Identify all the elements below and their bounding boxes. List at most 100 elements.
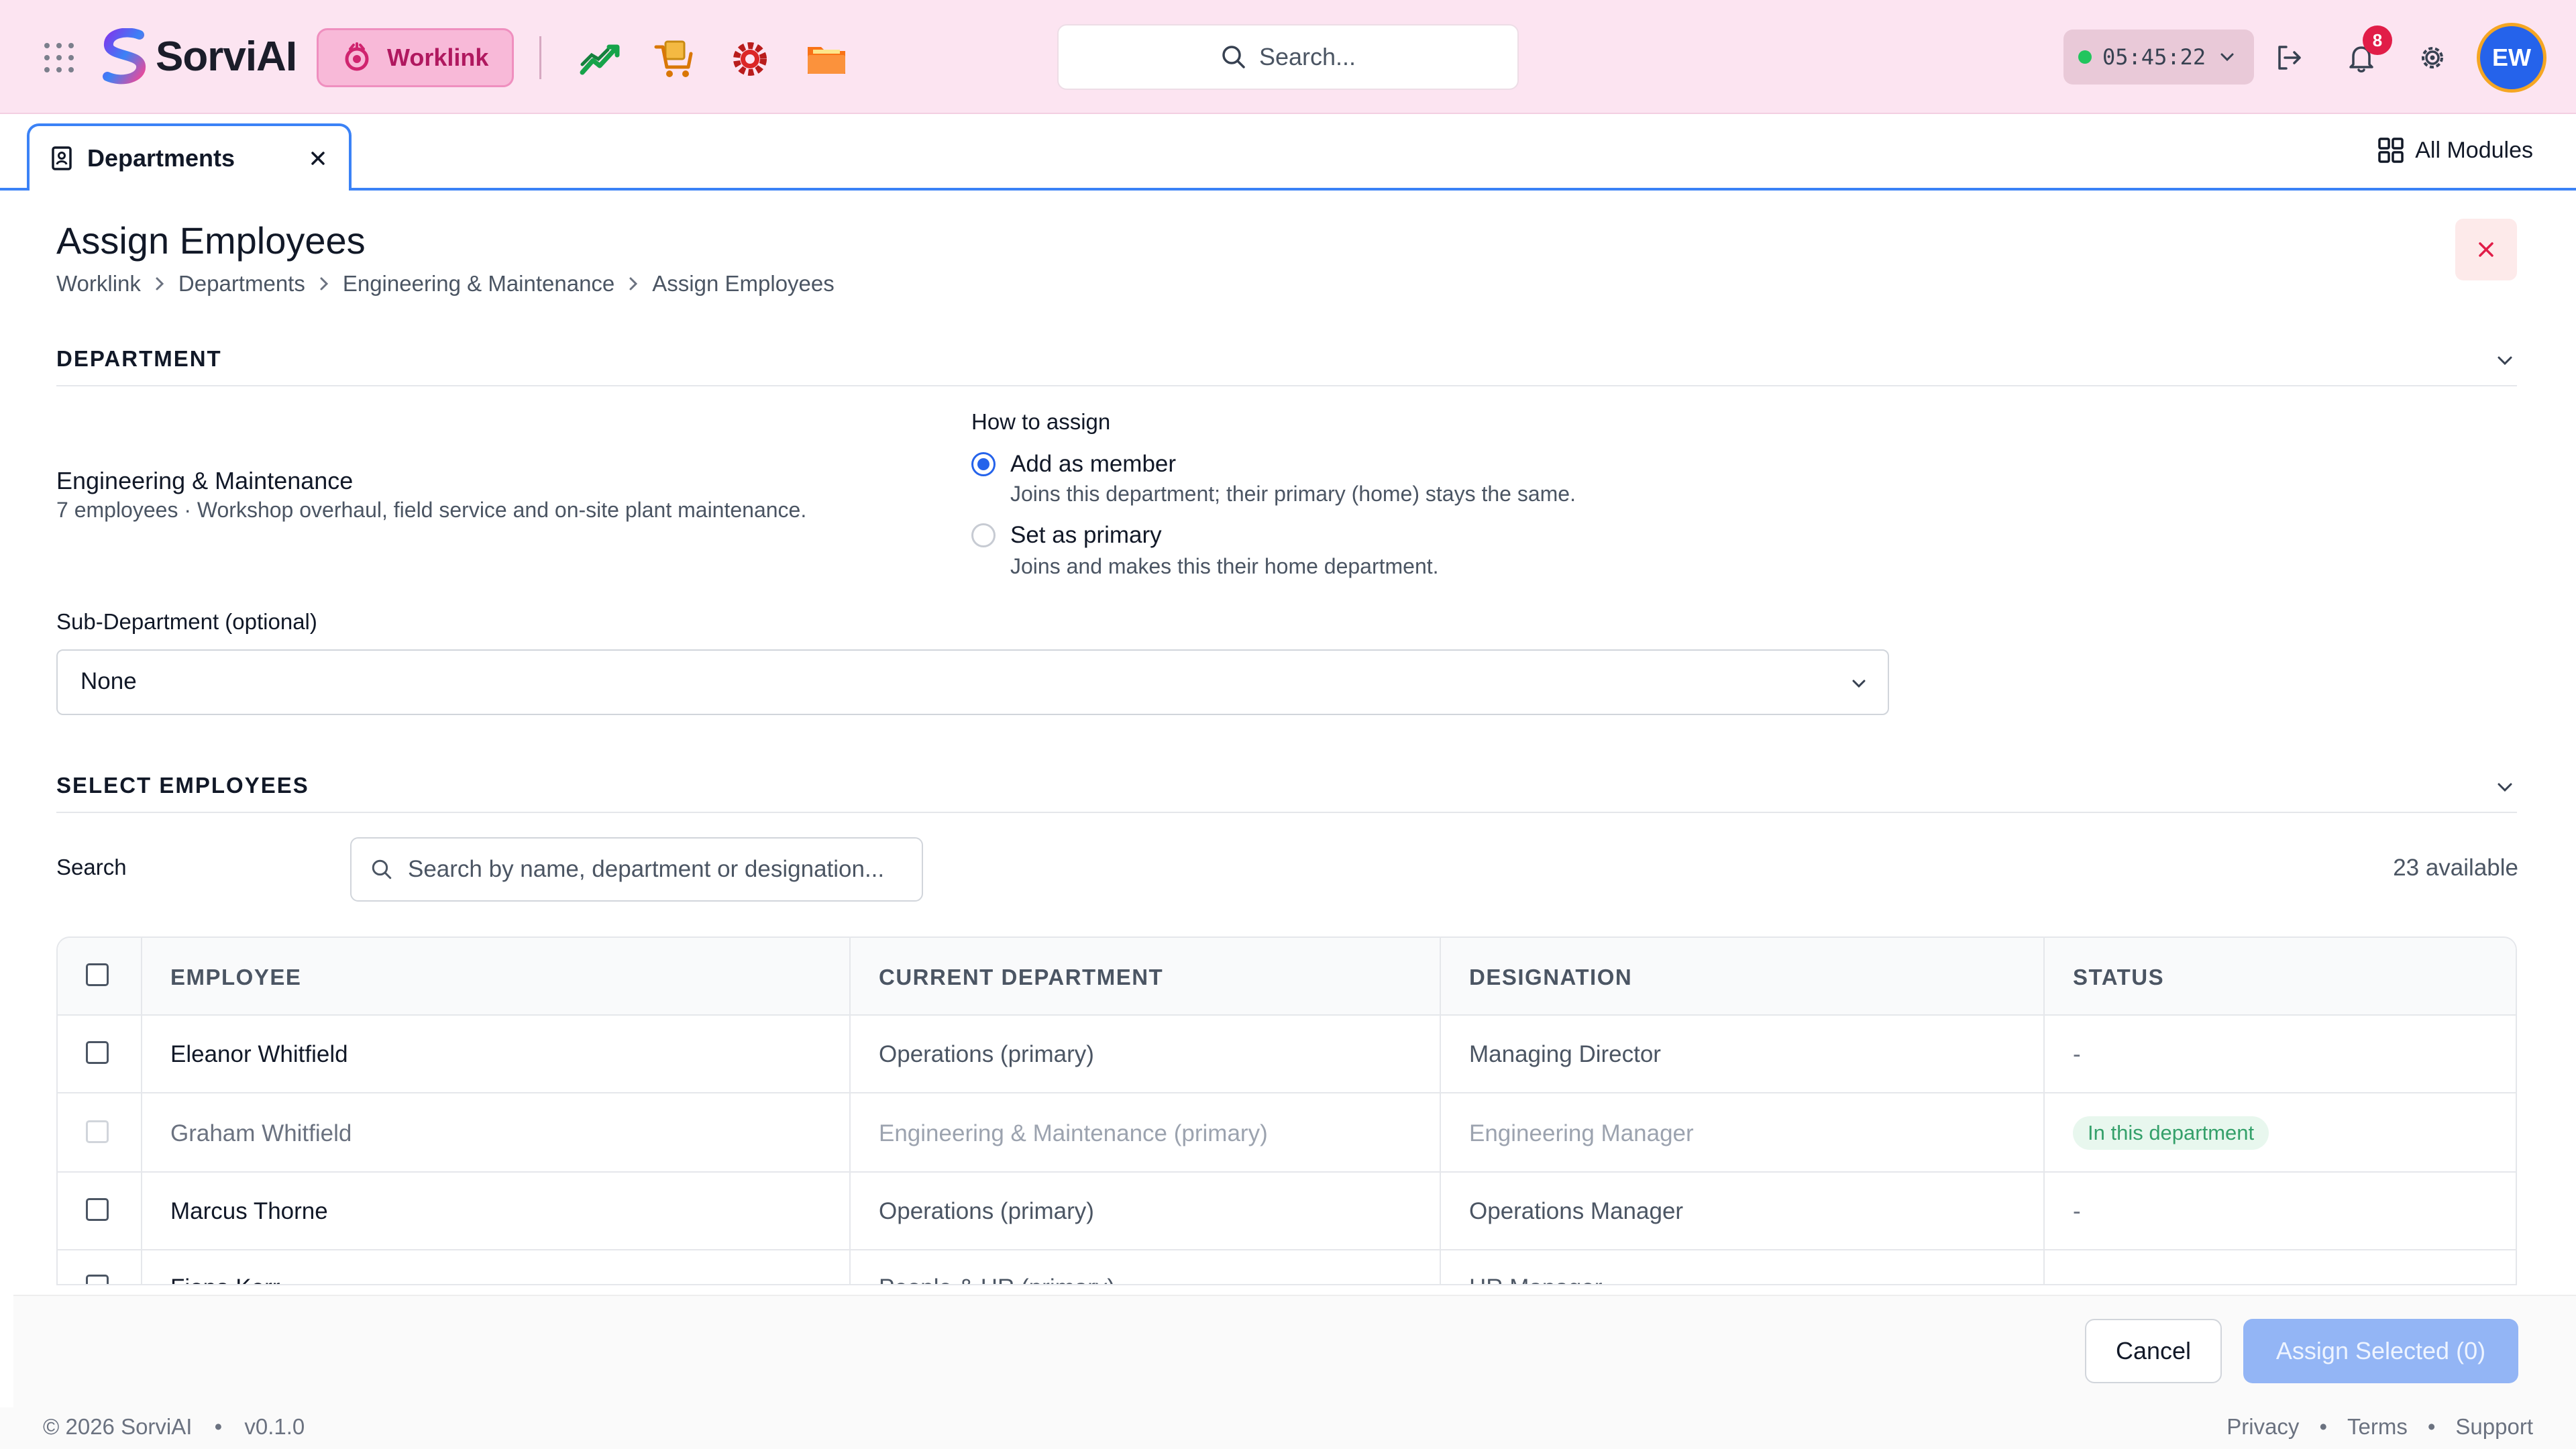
breadcrumb-current: Assign Employees <box>652 271 835 296</box>
divider <box>539 36 541 79</box>
footer-link-terms[interactable]: Terms <box>2347 1414 2408 1440</box>
employee-search-label: Search <box>56 855 127 879</box>
notification-count-badge: 8 <box>2363 25 2392 55</box>
table-row[interactable]: Fiona Kerr People & HR (primary) HR Mana… <box>58 1250 2516 1284</box>
chevron-down-icon <box>1852 680 1866 688</box>
set-as-primary-description: Joins and makes this their home departme… <box>1010 554 1439 578</box>
set-as-primary-label[interactable]: Set as primary <box>1010 522 1162 549</box>
table-row[interactable]: Marcus Thorne Operations (primary) Opera… <box>58 1173 2516 1250</box>
breadcrumb-departments[interactable]: Departments <box>178 271 305 297</box>
chevron-right-icon <box>156 277 164 290</box>
employee-designation: Managing Director <box>1469 1041 1661 1067</box>
tab-strip-underline <box>0 188 2576 191</box>
employees-section-header[interactable]: SELECT EMPLOYEES <box>56 766 2517 813</box>
employee-department: Engineering & Maintenance (primary) <box>879 1120 1268 1146</box>
cancel-button[interactable]: Cancel <box>2085 1319 2222 1383</box>
chevron-down-icon <box>2498 783 2512 792</box>
employee-department: People & HR (primary) <box>879 1275 1115 1284</box>
top-bar: SorviAI Worklink Search... 05:45:22 8 EW <box>0 0 2576 114</box>
footer-link-privacy[interactable]: Privacy <box>2226 1414 2299 1440</box>
table-row[interactable]: Eleanor Whitfield Operations (primary) M… <box>58 1016 2516 1093</box>
employee-status: - <box>2073 1041 2081 1067</box>
chevron-down-icon <box>2220 53 2234 62</box>
column-employee[interactable]: EMPLOYEE <box>141 938 849 1014</box>
add-as-member-description: Joins this department; their primary (ho… <box>1010 482 1576 506</box>
files-folder-icon[interactable] <box>805 38 848 80</box>
employee-status: - <box>2073 1198 2081 1224</box>
footer-links: Privacy • Terms • Support <box>2226 1414 2533 1440</box>
search-icon <box>372 859 392 879</box>
global-search-input[interactable]: Search... <box>1057 24 1519 90</box>
column-designation[interactable]: DESIGNATION <box>1440 938 2043 1014</box>
table-row: Graham Whitfield Engineering & Maintenan… <box>58 1093 2516 1173</box>
chevron-down-icon <box>2498 356 2512 366</box>
inventory-cart-icon[interactable] <box>653 38 696 80</box>
app-logo[interactable]: SorviAI <box>99 28 297 85</box>
employee-search-input[interactable]: Search by name, department or designatio… <box>350 837 923 902</box>
row-checkbox[interactable] <box>86 1198 109 1221</box>
table-header-row: EMPLOYEE CURRENT DEPARTMENT DESIGNATION … <box>58 938 2516 1016</box>
settings-gear-icon[interactable] <box>2416 42 2449 74</box>
available-count: 23 available <box>2393 855 2518 881</box>
employee-search-placeholder: Search by name, department or designatio… <box>408 856 885 882</box>
page-footer: © 2026 SorviAI • v0.1.0 Privacy • Terms … <box>0 1407 2576 1449</box>
column-designation-label: DESIGNATION <box>1469 965 1633 989</box>
footer-copyright: © 2026 SorviAI <box>43 1414 193 1439</box>
chevron-right-icon <box>320 277 328 290</box>
app-name: SorviAI <box>156 33 297 80</box>
assign-selected-button[interactable]: Assign Selected (0) <box>2243 1319 2518 1383</box>
column-status[interactable]: STATUS <box>2043 938 2516 1014</box>
add-as-member-label[interactable]: Add as member <box>1010 451 1176 478</box>
column-current-department-label: CURRENT DEPARTMENT <box>879 965 1164 989</box>
worklink-module-button[interactable]: Worklink <box>317 28 514 87</box>
set-as-primary-radio[interactable] <box>971 523 996 547</box>
departments-icon <box>52 146 72 170</box>
employee-name: Fiona Kerr <box>170 1275 280 1284</box>
analytics-app-icon[interactable] <box>578 38 621 80</box>
breadcrumb-department[interactable]: Engineering & Maintenance <box>343 271 614 297</box>
status-badge: In this department <box>2073 1116 2269 1150</box>
page-title: Assign Employees <box>56 219 366 262</box>
department-name: Engineering & Maintenance <box>56 467 354 494</box>
apps-grid-icon[interactable] <box>44 43 74 72</box>
logout-icon[interactable] <box>2273 42 2305 74</box>
breadcrumb-worklink[interactable]: Worklink <box>56 271 141 297</box>
row-checkbox[interactable] <box>86 1041 109 1064</box>
sorviai-logo-icon <box>103 28 146 85</box>
all-modules-label: All Modules <box>2415 137 2533 163</box>
employee-department: Operations (primary) <box>879 1198 1094 1224</box>
employee-designation: Operations Manager <box>1469 1198 1684 1224</box>
grid-icon <box>2378 138 2404 163</box>
employee-status: - <box>2073 1275 2081 1284</box>
breadcrumb: Worklink Departments Engineering & Maint… <box>56 271 835 297</box>
chevron-right-icon <box>629 277 638 290</box>
department-section-header[interactable]: DEPARTMENT <box>56 339 2517 386</box>
tab-departments[interactable]: Departments <box>27 123 352 191</box>
close-icon <box>2479 242 2493 257</box>
add-as-member-radio[interactable] <box>971 452 996 476</box>
employee-department: Operations (primary) <box>879 1041 1094 1067</box>
close-page-button[interactable] <box>2455 219 2517 280</box>
worklink-icon <box>345 42 369 71</box>
all-modules-button[interactable]: All Modules <box>2377 137 2533 164</box>
column-employee-label: EMPLOYEE <box>170 965 302 989</box>
user-avatar[interactable]: EW <box>2477 23 2546 93</box>
tab-strip <box>0 115 2576 191</box>
row-checkbox[interactable] <box>86 1275 109 1284</box>
department-section-title: DEPARTMENT <box>56 346 222 371</box>
select-all-checkbox[interactable] <box>86 963 109 986</box>
column-current-department[interactable]: CURRENT DEPARTMENT <box>849 938 1440 1014</box>
maintenance-gear-icon[interactable] <box>729 38 771 80</box>
footer-version: v0.1.0 <box>244 1414 305 1439</box>
global-search-placeholder: Search... <box>1258 43 1356 70</box>
employee-name: Eleanor Whitfield <box>170 1041 348 1067</box>
session-timer-dropdown[interactable]: 05:45:22 <box>2063 30 2254 85</box>
employee-name: Graham Whitfield <box>170 1120 352 1146</box>
row-checkbox-disabled <box>86 1120 109 1143</box>
employee-name: Marcus Thorne <box>170 1198 328 1224</box>
sub-department-select[interactable]: None <box>56 649 1889 715</box>
department-description: 7 employees · Workshop overhaul, field s… <box>56 498 807 522</box>
employees-section-title: SELECT EMPLOYEES <box>56 773 309 798</box>
footer-link-support[interactable]: Support <box>2455 1414 2533 1440</box>
close-tab-icon[interactable] <box>307 148 329 169</box>
